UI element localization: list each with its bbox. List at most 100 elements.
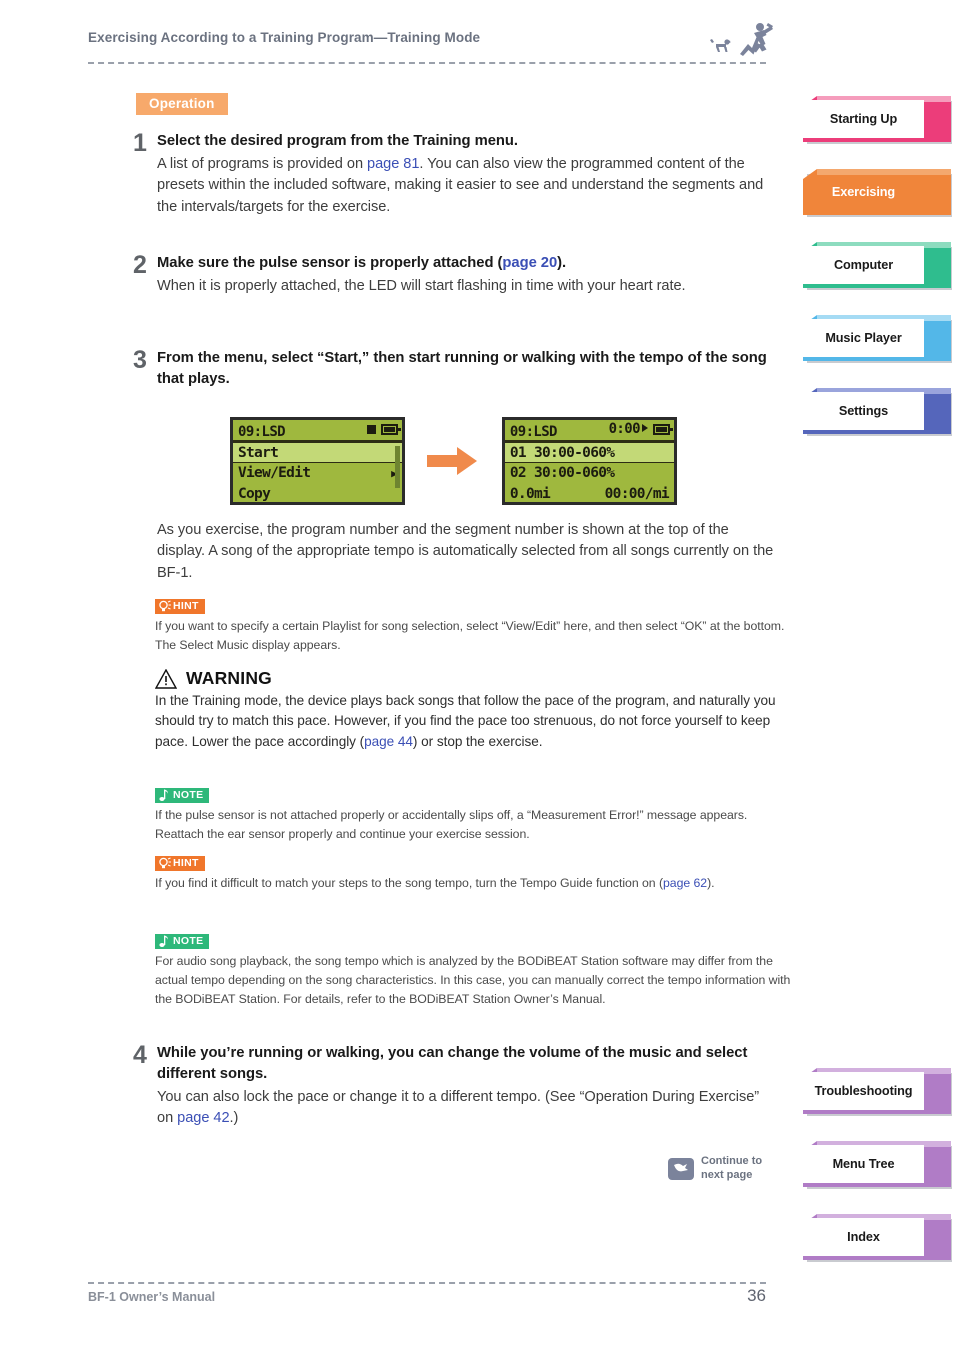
- lcd-screen-menu: 09:LSD Start ▶ View/Edit Copy: [230, 417, 405, 505]
- sidebar-tab-computer[interactable]: Computer: [803, 242, 952, 290]
- lcd-status-bar: 09:LSD 0:00: [504, 420, 674, 442]
- note-badge-label: NOTE: [173, 935, 204, 947]
- running-person-dog-icon: [710, 22, 780, 58]
- text-run: .): [229, 1110, 239, 1127]
- lcd-menu-item-start[interactable]: Start: [233, 442, 402, 463]
- page-reference-link[interactable]: page 44: [364, 734, 413, 749]
- lcd-scrollbar[interactable]: [395, 446, 400, 488]
- step-1-text: A list of programs is provided on page 8…: [157, 154, 778, 218]
- footer-divider: [88, 1282, 766, 1284]
- text-run: ).: [707, 876, 715, 890]
- note-2-text: For audio song playback, the song tempo …: [155, 954, 791, 1007]
- battery-icon: [652, 424, 673, 435]
- step-2-text: When it is properly attached, the LED wi…: [157, 276, 778, 297]
- lcd-distance-row: 00:00/mi 0.0mi: [505, 484, 674, 505]
- step-number: 1: [133, 129, 147, 157]
- step-3-text: As you exercise, the program number and …: [157, 520, 778, 584]
- tab-face: Troubleshooting: [803, 1072, 924, 1110]
- lcd-screen-running: 09:LSD 0:00 01 30:00-060% 02 30:00-060% …: [501, 417, 677, 505]
- text-run: Make sure the pulse sensor is properly a…: [157, 255, 503, 271]
- lcd-segment-row: 01 30:00-060%: [504, 442, 674, 463]
- continue-line-1: Continue to: [701, 1155, 763, 1167]
- tab-face: Exercising: [803, 173, 924, 211]
- sidebar-tab-label: Index: [847, 1230, 880, 1244]
- sidebar-tab-label: Troubleshooting: [814, 1084, 913, 1098]
- warning-label: WARNING: [186, 668, 272, 688]
- lcd-menu-item-copy[interactable]: Copy: [233, 484, 402, 505]
- lcd-screens-figure: 09:LSD Start ▶ View/Edit Copy 09:LSD 0:0…: [230, 417, 677, 505]
- note-badge: NOTE: [155, 934, 210, 949]
- flow-arrow: [409, 417, 497, 505]
- page-reference-link[interactable]: page 20: [502, 255, 557, 271]
- sidebar-tab-music-player[interactable]: Music Player: [803, 315, 952, 363]
- text-run: You can also lock the pace or change it …: [157, 1089, 760, 1127]
- text-run: When it is properly attached, the LED wi…: [157, 278, 686, 294]
- header-divider: [88, 62, 766, 64]
- battery-icon: [381, 424, 401, 435]
- sidebar-tab-label: Music Player: [825, 331, 902, 345]
- step-4-text: You can also lock the pace or change it …: [157, 1087, 778, 1130]
- music-note-icon: [159, 935, 169, 947]
- tab-face: Index: [803, 1218, 924, 1256]
- hint-1-text: If you want to specify a certain Playlis…: [155, 619, 785, 653]
- hint-2-text: If you find it difficult to match your s…: [155, 874, 795, 893]
- right-arrow-icon: [427, 447, 478, 475]
- lightbulb-icon: [159, 600, 171, 612]
- text-run: ) or stop the exercise.: [412, 733, 543, 749]
- lcd-menu-item-viewedit[interactable]: ▶ View/Edit: [233, 463, 402, 484]
- callout-hint-2: HINT If you find it difficult to match y…: [155, 853, 795, 893]
- callout-note-1: NOTE If the pulse sensor is not attached…: [155, 785, 795, 844]
- play-icon: [641, 424, 648, 432]
- step-2-title: Make sure the pulse sensor is properly a…: [157, 253, 778, 274]
- page-reference-link[interactable]: page 62: [663, 876, 707, 890]
- warning-text: In the Training mode, the device plays b…: [155, 691, 795, 752]
- lcd-segment-label: 02 30:00-060%: [509, 465, 615, 481]
- callout-note-2: NOTE For audio song playback, the song t…: [155, 931, 795, 1009]
- sidebar-tab-troubleshooting[interactable]: Troubleshooting: [803, 1068, 952, 1116]
- page-reference-link[interactable]: page 81: [367, 156, 419, 172]
- lcd-status-bar: 09:LSD: [233, 420, 402, 442]
- sidebar-tab-settings[interactable]: Settings: [803, 388, 952, 436]
- continue-label: Continue to next page: [701, 1155, 762, 1183]
- hint-badge-label: HINT: [173, 600, 199, 612]
- warning-callout: WARNING In the Training mode, the device…: [155, 668, 795, 752]
- tab-face: Menu Tree: [803, 1145, 924, 1183]
- lcd-elapsed-time: 0:00: [608, 421, 641, 437]
- operation-badge: Operation: [136, 93, 228, 115]
- sidebar-tab-menu-tree[interactable]: Menu Tree: [803, 1141, 952, 1189]
- lcd-menu-label: View/Edit: [238, 465, 311, 481]
- continue-arrow-icon: [668, 1157, 694, 1180]
- sidebar-tab-exercising[interactable]: Exercising: [803, 169, 952, 217]
- page-header: Exercising According to a Training Progr…: [88, 30, 768, 45]
- sidebar-tab-label: Computer: [833, 258, 894, 272]
- note-1-text: If the pulse sensor is not attached prop…: [155, 808, 748, 842]
- step-number: 3: [133, 346, 147, 374]
- tab-face: Starting Up: [803, 100, 924, 138]
- text-run: ).: [557, 255, 567, 271]
- text-run: A list of programs is provided on: [157, 156, 368, 172]
- step-2: 2 Make sure the pulse sensor is properly…: [133, 253, 778, 297]
- continue-line-2: next page: [701, 1168, 753, 1181]
- tab-face: Settings: [803, 392, 924, 430]
- step-4-title: While you’re running or walking, you can…: [157, 1045, 748, 1082]
- warning-heading: WARNING: [155, 668, 795, 689]
- sidebar-tab-starting-up[interactable]: Starting Up: [803, 96, 952, 144]
- note-badge: NOTE: [155, 788, 210, 803]
- stop-square-icon: [367, 425, 376, 434]
- sidebar-tab-index[interactable]: Index: [803, 1214, 952, 1262]
- step-3-body: As you exercise, the program number and …: [133, 520, 778, 584]
- step-1: 1 Select the desired program from the Tr…: [133, 131, 778, 218]
- page-reference-link[interactable]: page 42: [177, 1110, 229, 1126]
- sidebar-tab-label: Exercising: [831, 185, 896, 199]
- lcd-menu-label: Start: [238, 445, 279, 461]
- tab-face: Music Player: [803, 319, 924, 357]
- lcd-pace-value: 00:00/mi: [604, 486, 670, 502]
- page-title: Exercising According to a Training Progr…: [88, 30, 481, 45]
- hint-badge: HINT: [155, 856, 205, 871]
- step-number: 2: [133, 251, 147, 279]
- hint-badge-label: HINT: [173, 857, 199, 869]
- sidebar-tab-label: Starting Up: [829, 112, 898, 126]
- warning-triangle-icon: [155, 668, 177, 689]
- lcd-segment-row: 02 30:00-060%: [505, 463, 674, 484]
- sidebar-tab-label: Menu Tree: [832, 1157, 895, 1171]
